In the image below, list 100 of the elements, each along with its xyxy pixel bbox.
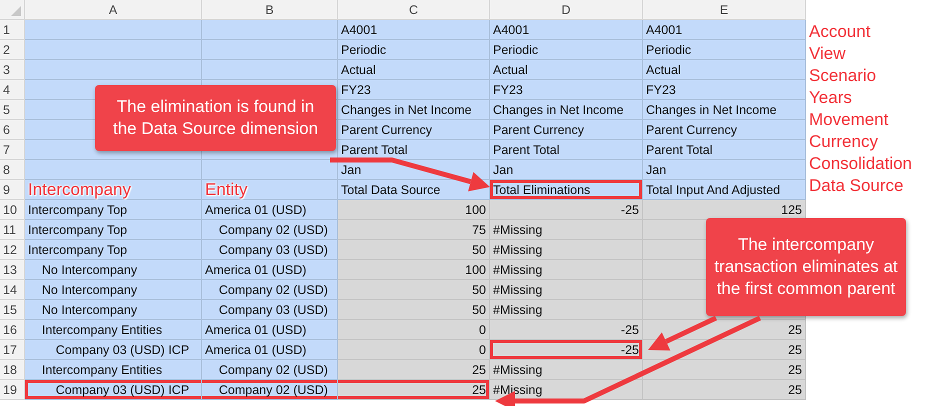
row-number[interactable]: 11 [0,220,25,240]
table-cell: Actual [490,60,643,80]
table-cell: Company 02 (USD) [202,360,338,380]
table-cell: A4001 [338,20,490,40]
row-number[interactable]: 12 [0,240,25,260]
table-cell: America 01 (USD) [202,320,338,340]
row-number[interactable]: 2 [0,40,25,60]
table-cell: Intercompany Entities [25,360,202,380]
table-cell: Periodic [643,40,806,60]
row-number[interactable]: 6 [0,120,25,140]
table-cell: Intercompany Top [25,200,202,220]
table-cell: 0 [338,320,490,340]
row-number[interactable]: 16 [0,320,25,340]
table-cell: 50 [338,280,490,300]
select-all-icon[interactable] [11,6,21,16]
table-cell: FY23 [490,80,643,100]
table-cell: Company 02 (USD) [202,280,338,300]
dimension-label: Account [809,21,872,43]
table-cell: Company 03 (USD) ICP [25,380,202,400]
dimension-label: Intercompany [25,180,202,200]
table-cell: A4001 [490,20,643,40]
table-cell: Parent Total [643,140,806,160]
row-number[interactable]: 1 [0,20,25,40]
table-cell: No Intercompany [25,280,202,300]
table-cell: Company 03 (USD) ICP [25,340,202,360]
table-cell: #Missing [490,360,643,380]
table-cell: Parent Total [490,140,643,160]
table-cell: 0 [338,340,490,360]
table-cell: Actual [643,60,806,80]
table-cell: Parent Currency [338,120,490,140]
table-cell: 100 [338,200,490,220]
table-cell: Intercompany Entities [25,320,202,340]
table-cell: 25 [338,380,490,400]
table-cell: -25 [490,200,643,220]
table-cell: 25 [643,360,806,380]
row-number[interactable]: 15 [0,300,25,320]
table-cell: No Intercompany [25,260,202,280]
row-number[interactable]: 17 [0,340,25,360]
table-cell: America 01 (USD) [202,340,338,360]
table-cell: Changes in Net Income [643,100,806,120]
table-cell: Actual [338,60,490,80]
table-cell: #Missing [490,300,643,320]
column-header[interactable]: C [338,0,490,20]
table-cell: FY23 [643,80,806,100]
row-number[interactable]: 18 [0,360,25,380]
table-cell: Company 02 (USD) [202,380,338,400]
table-cell: #Missing [490,280,643,300]
column-header[interactable]: E [643,0,806,20]
table-cell: No Intercompany [25,300,202,320]
table-cell: Company 02 (USD) [202,220,338,240]
table-cell: 25 [338,360,490,380]
callout: The elimination is found in the Data Source dimension [95,85,336,151]
table-cell: Periodic [338,40,490,60]
table-cell: Total Data Source [338,180,490,200]
table-cell: 50 [338,300,490,320]
dimension-label: Currency [809,131,879,153]
dimension-label: Entity [202,180,338,200]
row-number[interactable]: 10 [0,200,25,220]
callout: The intercompany transaction eliminates at the first common parent [706,218,906,316]
row-number[interactable]: 13 [0,260,25,280]
table-cell: Total Eliminations [490,180,643,200]
table-cell: Intercompany Top [25,240,202,260]
row-number[interactable]: 5 [0,100,25,120]
table-cell: Parent Currency [643,120,806,140]
table-cell: America 01 (USD) [202,200,338,220]
table-cell: #Missing [490,260,643,280]
table-cell: 50 [338,240,490,260]
table-cell: 75 [338,220,490,240]
dimension-label: Years [809,87,853,109]
table-cell: #Missing [490,220,643,240]
table-cell: Jan [643,160,806,180]
table-cell: #Missing [490,240,643,260]
table-cell: 125 [643,200,806,220]
row-number[interactable]: 14 [0,280,25,300]
table-cell: Intercompany Top [25,220,202,240]
row-number[interactable]: 3 [0,60,25,80]
row-number[interactable]: 9 [0,180,25,200]
column-header[interactable]: D [490,0,643,20]
table-cell: -25 [490,320,643,340]
row-number[interactable]: 7 [0,140,25,160]
dimension-label: View [809,43,847,65]
dimension-label: Consolidation [809,153,912,175]
table-cell: FY23 [338,80,490,100]
table-cell: -25 [490,340,643,360]
column-header[interactable]: B [202,0,338,20]
dimension-label: Scenario [809,65,878,87]
table-cell: Changes in Net Income [338,100,490,120]
table-cell: Parent Total [338,140,490,160]
table-cell: Changes in Net Income [490,100,643,120]
table-cell: Jan [490,160,643,180]
table-cell: Periodic [490,40,643,60]
table-cell: Company 03 (USD) [202,240,338,260]
dimension-label: Data Source [809,175,904,197]
table-cell: Company 03 (USD) [202,300,338,320]
row-number[interactable]: 4 [0,80,25,100]
row-number[interactable]: 8 [0,160,25,180]
row-number[interactable]: 19 [0,380,25,400]
table-cell: 25 [643,380,806,400]
column-header[interactable]: A [25,0,202,20]
table-cell: A4001 [643,20,806,40]
